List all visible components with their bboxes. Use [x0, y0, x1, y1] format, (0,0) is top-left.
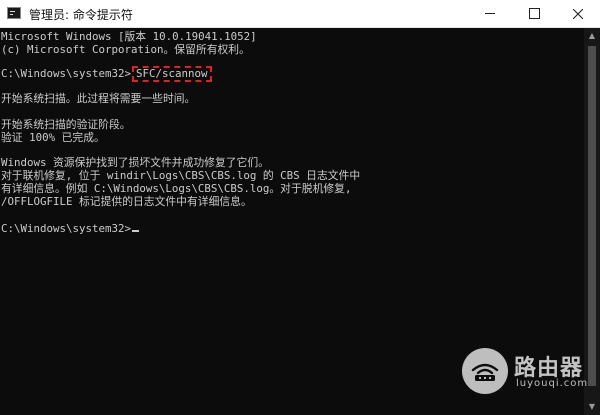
scroll-thumb[interactable]: [588, 46, 596, 386]
prompt-line: C:\Windows\system32>: [1, 222, 140, 235]
prompt-text: C:\Windows\system32>: [1, 222, 132, 235]
minimize-icon: [485, 13, 495, 14]
title-bar[interactable]: 管理员: 命令提示符: [0, 0, 600, 28]
command-prompt-window: 管理员: 命令提示符 Microsoft Windows [版本 10.0.19…: [0, 0, 600, 415]
console-line: Windows 资源保护找到了损坏文件并成功修复了它们。: [1, 156, 269, 169]
scroll-down-icon[interactable]: ▼: [584, 399, 600, 415]
maximize-icon: [528, 8, 540, 19]
console-line: /OFFLOGFILE 标记提供的日志文件中有详细信息。: [1, 195, 252, 208]
close-icon: [573, 8, 583, 19]
window-title: 管理员: 命令提示符: [29, 8, 133, 22]
prompt-text: C:\Windows\system32>: [1, 67, 132, 80]
text-cursor: [132, 230, 140, 232]
console-line: 开始系统扫描的验证阶段。: [1, 118, 131, 131]
console-line: 有详细信息。例如 C:\Windows\Logs\CBS\CBS.log。对于脱…: [1, 182, 352, 195]
console-line: Microsoft Windows [版本 10.0.19041.1052]: [1, 30, 257, 43]
console-line: (c) Microsoft Corporation。保留所有权利。: [1, 43, 250, 56]
watermark: 路由器 luyouqi.com: [462, 348, 588, 396]
console-line: 对于联机修复, 位于 windir\Logs\CBS\CBS.log 的 CBS…: [1, 169, 361, 182]
prompt-line: C:\Windows\system32> SFC/scannow: [1, 66, 212, 82]
router-logo-icon: [462, 348, 508, 394]
minimize-button[interactable]: [468, 0, 512, 27]
console-line: 开始系统扫描。此过程将需要一些时间。: [1, 92, 196, 105]
close-button[interactable]: [556, 0, 600, 27]
highlighted-command: SFC/scannow: [132, 66, 212, 82]
cmd-icon: [7, 7, 21, 19]
watermark-url: luyouqi.com: [516, 378, 589, 389]
maximize-button[interactable]: [512, 0, 556, 27]
console-line: 验证 100% 已完成。: [1, 131, 105, 144]
scroll-up-icon[interactable]: ▲: [584, 28, 600, 44]
